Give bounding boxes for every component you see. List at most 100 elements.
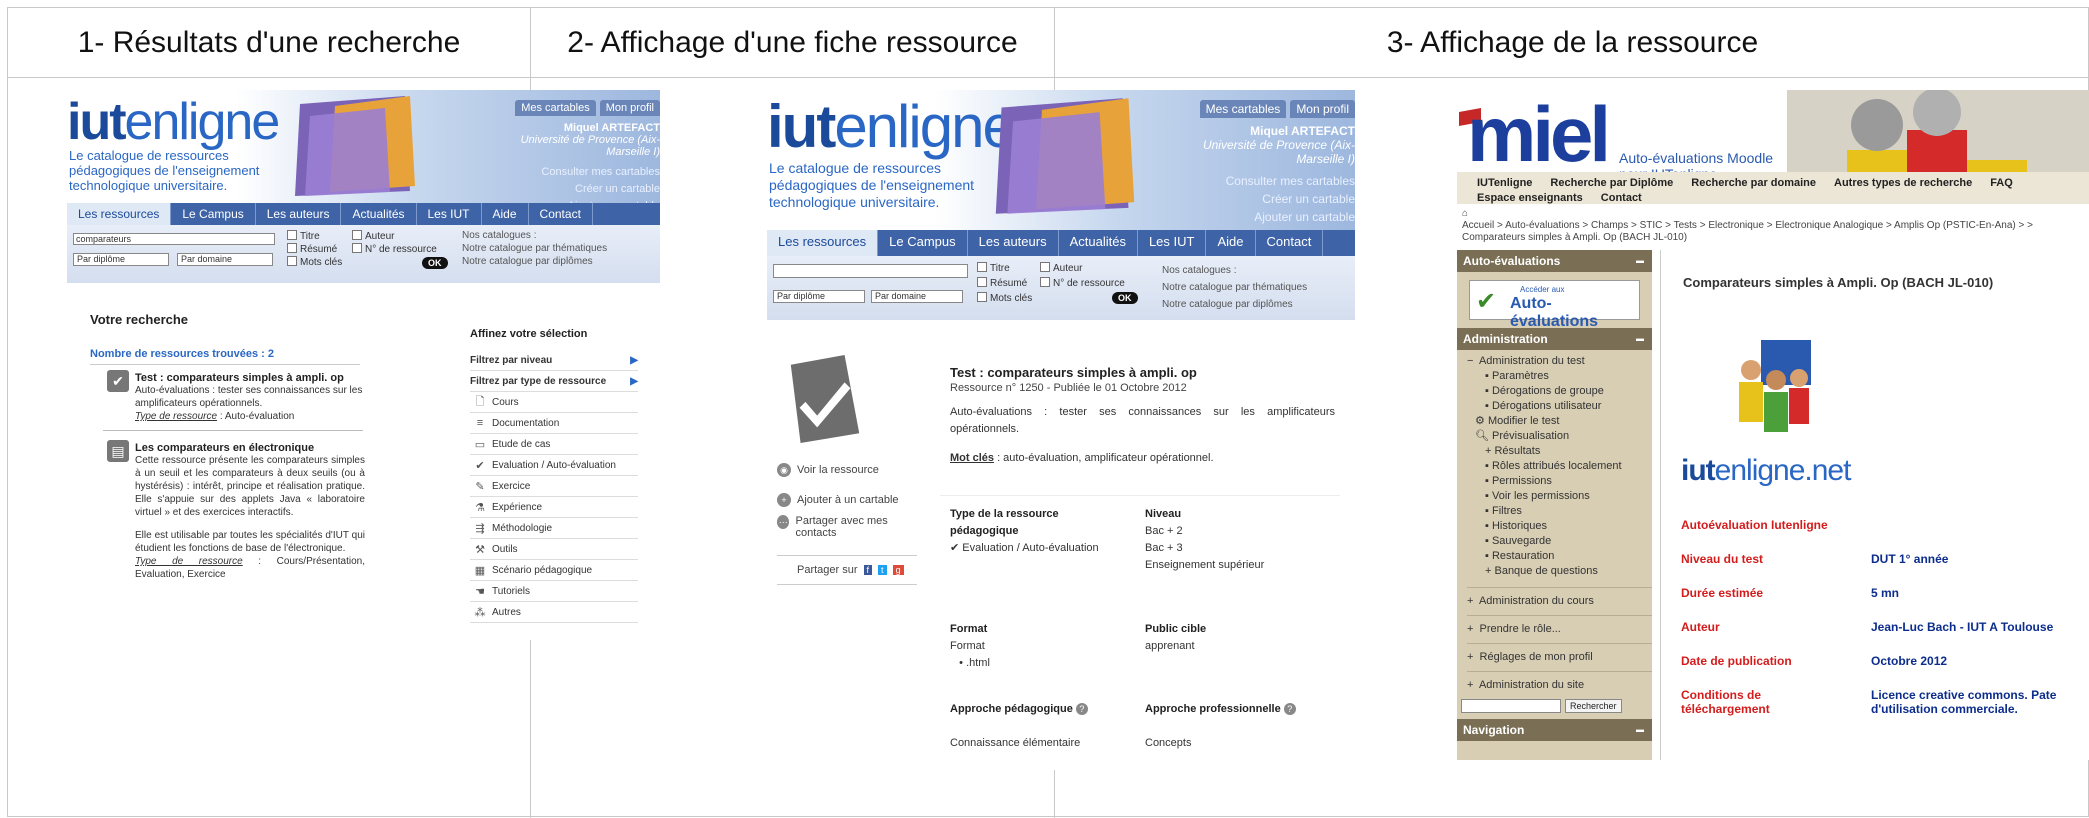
checkbox-mots-cles[interactable]: Mots clés	[287, 256, 342, 268]
admin-search-input[interactable]	[1461, 699, 1561, 713]
google-plus-icon[interactable]: g	[892, 565, 904, 575]
filter-cours[interactable]: 🗋 Cours	[470, 392, 638, 413]
facebook-icon[interactable]: f	[863, 565, 873, 575]
ok-button[interactable]: OK	[422, 257, 448, 269]
checkbox-resume[interactable]: Résumé	[977, 277, 1027, 289]
block-administration-header[interactable]: Administration	[1457, 328, 1652, 350]
filter-methodologie[interactable]: ⇶ Méthodologie	[470, 518, 638, 539]
partager-contacts-link[interactable]: ⋯ Partager avec mes contacts	[777, 515, 917, 555]
admin-resultats[interactable]: + Résultats	[1467, 444, 1652, 459]
admin-test-link[interactable]: − Administration du test	[1467, 354, 1652, 369]
filter-scenario[interactable]: ▦ Scénario pédagogique	[470, 560, 638, 581]
nav-les-iut[interactable]: Les IUT	[417, 203, 482, 225]
miel-logo[interactable]: miel	[1467, 90, 1611, 178]
nav-autres-recherches[interactable]: Autres types de recherche	[1834, 177, 1972, 189]
nav-les-ressources[interactable]: Les ressources	[67, 203, 172, 225]
add-cartable-link[interactable]: Ajouter un cartable	[1170, 208, 1355, 226]
admin-previsualisation[interactable]: 🔍︎ Prévisualisation	[1467, 429, 1652, 444]
admin-derogations-utilisateur[interactable]: ▪ Dérogations utilisateur	[1467, 399, 1652, 414]
nav-recherche-domaine[interactable]: Recherche par domaine	[1691, 177, 1816, 189]
nav-le-campus[interactable]: Le Campus	[878, 230, 968, 256]
catalogue-diplomes-link[interactable]: Notre catalogue par diplômes	[1162, 296, 1307, 313]
iut-logo[interactable]: iutenligne	[767, 96, 1016, 158]
consult-cartables-link[interactable]: Consulter mes cartables	[490, 164, 660, 181]
ajouter-cartable-link[interactable]: + Ajouter à un cartable	[777, 485, 917, 515]
home-icon[interactable]: ⌂	[1462, 208, 1468, 219]
catalogue-thematiques-link[interactable]: Notre catalogue par thématiques	[1162, 279, 1307, 296]
nav-aide[interactable]: Aide	[1206, 230, 1256, 256]
consult-cartables-link[interactable]: Consulter mes cartables	[1170, 172, 1355, 190]
search-input[interactable]	[773, 264, 968, 278]
checkbox-numero[interactable]: N° de ressource	[1040, 277, 1125, 289]
nav-les-ressources[interactable]: Les ressources	[767, 230, 879, 256]
tab-mes-cartables[interactable]: Mes cartables	[515, 100, 596, 116]
iut-logo[interactable]: iutenligne	[67, 96, 280, 148]
checkbox-numero[interactable]: N° de ressource	[352, 243, 437, 255]
result-1-title[interactable]: Test : comparateurs simples à ampli. op	[135, 372, 365, 384]
catalogue-thematiques-link[interactable]: Notre catalogue par thématiques	[462, 242, 607, 255]
checkbox-auteur[interactable]: Auteur	[1040, 262, 1082, 274]
nav-les-auteurs[interactable]: Les auteurs	[968, 230, 1059, 256]
filter-autres[interactable]: ⁂ Autres	[470, 602, 638, 623]
select-diplome[interactable]: Par diplôme	[773, 290, 865, 303]
filter-experience[interactable]: ⚗ Expérience	[470, 497, 638, 518]
checkbox-auteur[interactable]: Auteur	[352, 230, 394, 242]
nav-recherche-diplome[interactable]: Recherche par Diplôme	[1550, 177, 1673, 189]
checkbox-mots-cles[interactable]: Mots clés	[977, 292, 1032, 304]
nav-les-auteurs[interactable]: Les auteurs	[256, 203, 342, 225]
checkbox-titre[interactable]: Titre	[977, 262, 1010, 274]
prendre-role[interactable]: + Prendre le rôle...	[1467, 615, 1652, 637]
create-cartable-link[interactable]: Créer un cartable	[490, 181, 660, 198]
nav-actualites[interactable]: Actualités	[341, 203, 417, 225]
admin-banque-questions[interactable]: + Banque de questions	[1467, 564, 1652, 579]
nav-actualites[interactable]: Actualités	[1059, 230, 1138, 256]
iutenligne-net-logo[interactable]: iutenligne.net	[1681, 454, 1851, 488]
nav-espace-enseignants[interactable]: Espace enseignants	[1477, 192, 1583, 204]
nav-les-iut[interactable]: Les IUT	[1138, 230, 1207, 256]
search-input[interactable]: comparateurs	[73, 233, 275, 245]
nav-contact[interactable]: Contact	[529, 203, 593, 225]
filter-etude-de-cas[interactable]: ▭ Etude de cas	[470, 434, 638, 455]
admin-historiques[interactable]: ▪ Historiques	[1467, 519, 1652, 534]
nav-le-campus[interactable]: Le Campus	[171, 203, 256, 225]
select-domaine[interactable]: Par domaine	[177, 253, 273, 266]
filter-evaluation[interactable]: ✔ Evaluation / Auto-évaluation	[470, 455, 638, 476]
nav-faq[interactable]: FAQ	[1990, 177, 2013, 189]
nav-aide[interactable]: Aide	[482, 203, 529, 225]
filter-outils[interactable]: ⚒ Outils	[470, 539, 638, 560]
admin-cours[interactable]: + Administration du cours	[1467, 587, 1652, 609]
admin-modifier-test[interactable]: ⚙ Modifier le test	[1467, 414, 1652, 429]
filter-exercice[interactable]: ✎ Exercice	[470, 476, 638, 497]
nav-iutenligne[interactable]: IUTenligne	[1477, 177, 1532, 189]
create-cartable-link[interactable]: Créer un cartable	[1170, 190, 1355, 208]
filter-type[interactable]: Filtrez par type de ressource ▶	[470, 371, 638, 392]
admin-derogations-groupe[interactable]: ▪ Dérogations de groupe	[1467, 384, 1652, 399]
ok-button[interactable]: OK	[1112, 292, 1138, 304]
admin-restauration[interactable]: ▪ Restauration	[1467, 549, 1652, 564]
admin-filtres[interactable]: ▪ Filtres	[1467, 504, 1652, 519]
result-2-title[interactable]: Les comparateurs en électronique	[135, 442, 365, 454]
catalogue-diplomes-link[interactable]: Notre catalogue par diplômes	[462, 255, 607, 268]
help-icon[interactable]: ?	[1283, 703, 1296, 715]
tab-mes-cartables[interactable]: Mes cartables	[1199, 100, 1287, 118]
voir-ressource-link[interactable]: ◉ Voir la ressource	[777, 455, 917, 485]
tab-mon-profil[interactable]: Mon profil	[599, 100, 660, 116]
checkbox-resume[interactable]: Résumé	[287, 243, 337, 255]
select-domaine[interactable]: Par domaine	[871, 290, 963, 303]
block-navigation-header[interactable]: Navigation	[1457, 719, 1652, 741]
nav-contact[interactable]: Contact	[1601, 192, 1642, 204]
checkbox-titre[interactable]: Titre	[287, 230, 320, 242]
admin-sauvegarde[interactable]: ▪ Sauvegarde	[1467, 534, 1652, 549]
admin-site[interactable]: + Administration du site	[1467, 671, 1652, 693]
block-auto-evaluations-header[interactable]: Auto-évaluations	[1457, 250, 1652, 272]
admin-permissions[interactable]: ▪ Permissions	[1467, 474, 1652, 489]
admin-parametres[interactable]: ▪ Paramètres	[1467, 369, 1652, 384]
select-diplome[interactable]: Par diplôme	[73, 253, 169, 266]
admin-voir-permissions[interactable]: ▪ Voir les permissions	[1467, 489, 1652, 504]
acceder-auto-eval-button[interactable]: ✔ Accéder aux Auto-évaluations	[1469, 280, 1640, 330]
help-icon[interactable]: ?	[1075, 703, 1088, 715]
reglages-profil[interactable]: + Réglages de mon profil	[1467, 643, 1652, 665]
rechercher-button[interactable]: Rechercher	[1565, 699, 1622, 713]
filter-niveau[interactable]: Filtrez par niveau ▶	[470, 350, 638, 371]
nav-contact[interactable]: Contact	[1256, 230, 1324, 256]
